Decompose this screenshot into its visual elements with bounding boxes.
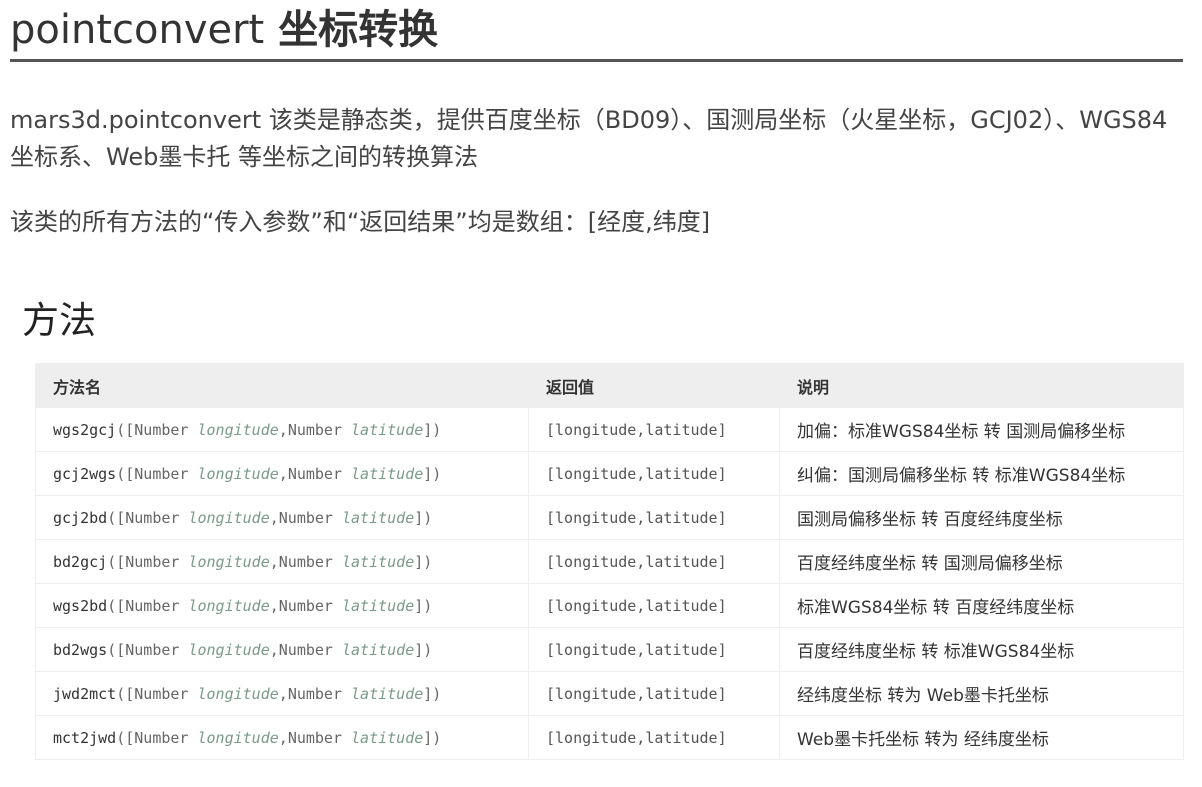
header-return-value: 返回值	[528, 363, 780, 408]
param-type: Number	[134, 464, 189, 483]
param-type: Number	[134, 728, 189, 747]
param-longitude: longitude	[197, 684, 279, 703]
param-type: Number	[287, 684, 342, 703]
method-name: wgs2bd	[53, 596, 108, 615]
param-latitude: latitude	[351, 728, 424, 747]
return-value: [longitude,latitude]	[528, 583, 780, 628]
method-description: 纠偏：国测局偏移坐标 转 标准WGS84坐标	[779, 451, 1184, 496]
param-latitude: latitude	[351, 464, 424, 483]
doc-page: pointconvert 坐标转换 mars3d.pointconvert 该类…	[0, 0, 1202, 787]
param-latitude: latitude	[342, 596, 415, 615]
param-type: Number	[278, 640, 333, 659]
param-type: Number	[125, 508, 180, 527]
method-description: 国测局偏移坐标 转 百度经纬度坐标	[779, 495, 1184, 540]
page-title-text: 坐标转换	[278, 7, 439, 53]
return-value: [longitude,latitude]	[528, 671, 780, 716]
table-row: wgs2gcj([Number longitude,Number latitud…	[35, 407, 1184, 452]
method-description: 百度经纬度坐标 转 国测局偏移坐标	[779, 539, 1184, 584]
header-description: 说明	[779, 363, 1184, 408]
method-name: gcj2wgs	[53, 464, 117, 483]
param-type: Number	[278, 596, 333, 615]
table-row: jwd2mct([Number longitude,Number latitud…	[35, 671, 1184, 716]
param-latitude: latitude	[342, 640, 415, 659]
table-row: gcj2bd([Number longitude,Number latitude…	[35, 495, 1184, 540]
method-name: bd2wgs	[53, 640, 108, 659]
param-type: Number	[287, 464, 342, 483]
section-title-methods: 方法	[22, 299, 96, 342]
param-longitude: longitude	[188, 552, 270, 571]
method-description: 标准WGS84坐标 转 百度经纬度坐标	[779, 583, 1184, 628]
param-type: Number	[134, 420, 189, 439]
param-type: Number	[278, 552, 333, 571]
param-latitude: latitude	[351, 684, 424, 703]
return-value: [longitude,latitude]	[528, 451, 780, 496]
return-value: [longitude,latitude]	[528, 495, 780, 540]
param-type: Number	[134, 684, 189, 703]
method-description: Web墨卡托坐标 转为 经纬度坐标	[779, 715, 1184, 760]
header-method-name: 方法名	[35, 363, 529, 408]
param-type: Number	[278, 508, 333, 527]
method-signature: bd2wgs([Number longitude,Number latitude…	[35, 627, 529, 672]
intro-paragraph-1: mars3d.pointconvert 该类是静态类，提供百度坐标（BD09）、…	[10, 106, 1168, 171]
method-description: 百度经纬度坐标 转 标准WGS84坐标	[779, 627, 1184, 672]
param-longitude: longitude	[197, 464, 279, 483]
table-row: bd2wgs([Number longitude,Number latitude…	[35, 627, 1184, 672]
table-header-row: 方法名 返回值 说明	[35, 363, 1184, 408]
methods-table: 方法名 返回值 说明 wgs2gcj([Number longitude,Num…	[35, 363, 1184, 760]
page-title-code: pointconvert	[10, 7, 265, 53]
method-description: 加偏：标准WGS84坐标 转 国测局偏移坐标	[779, 407, 1184, 452]
param-type: Number	[287, 728, 342, 747]
method-name: bd2gcj	[53, 552, 108, 571]
method-signature: gcj2wgs([Number longitude,Number latitud…	[35, 451, 529, 496]
return-value: [longitude,latitude]	[528, 715, 780, 760]
table-row: mct2jwd([Number longitude,Number latitud…	[35, 715, 1184, 760]
param-latitude: latitude	[351, 420, 424, 439]
table-row: wgs2bd([Number longitude,Number latitude…	[35, 583, 1184, 628]
param-longitude: longitude	[197, 728, 279, 747]
method-name: gcj2bd	[53, 508, 108, 527]
param-longitude: longitude	[188, 596, 270, 615]
method-description: 经纬度坐标 转为 Web墨卡托坐标	[779, 671, 1184, 716]
param-type: Number	[125, 640, 180, 659]
param-longitude: longitude	[188, 640, 270, 659]
return-value: [longitude,latitude]	[528, 539, 780, 584]
param-longitude: longitude	[197, 420, 279, 439]
table-row: bd2gcj([Number longitude,Number latitude…	[35, 539, 1184, 584]
param-longitude: longitude	[188, 508, 270, 527]
intro-paragraph-2: 该类的所有方法的“传入参数”和“返回结果”均是数组：[经度,纬度]	[10, 208, 711, 236]
method-signature: wgs2gcj([Number longitude,Number latitud…	[35, 407, 529, 452]
method-signature: wgs2bd([Number longitude,Number latitude…	[35, 583, 529, 628]
param-type: Number	[125, 552, 180, 571]
method-signature: gcj2bd([Number longitude,Number latitude…	[35, 495, 529, 540]
table-row: gcj2wgs([Number longitude,Number latitud…	[35, 451, 1184, 496]
method-name: mct2jwd	[53, 728, 117, 747]
param-latitude: latitude	[342, 552, 415, 571]
method-signature: bd2gcj([Number longitude,Number latitude…	[35, 539, 529, 584]
method-name: wgs2gcj	[53, 420, 117, 439]
return-value: [longitude,latitude]	[528, 627, 780, 672]
return-value: [longitude,latitude]	[528, 407, 780, 452]
param-type: Number	[125, 596, 180, 615]
method-signature: mct2jwd([Number longitude,Number latitud…	[35, 715, 529, 760]
param-type: Number	[287, 420, 342, 439]
page-title: pointconvert 坐标转换	[10, 0, 1183, 62]
method-signature: jwd2mct([Number longitude,Number latitud…	[35, 671, 529, 716]
method-name: jwd2mct	[53, 684, 117, 703]
param-latitude: latitude	[342, 508, 415, 527]
